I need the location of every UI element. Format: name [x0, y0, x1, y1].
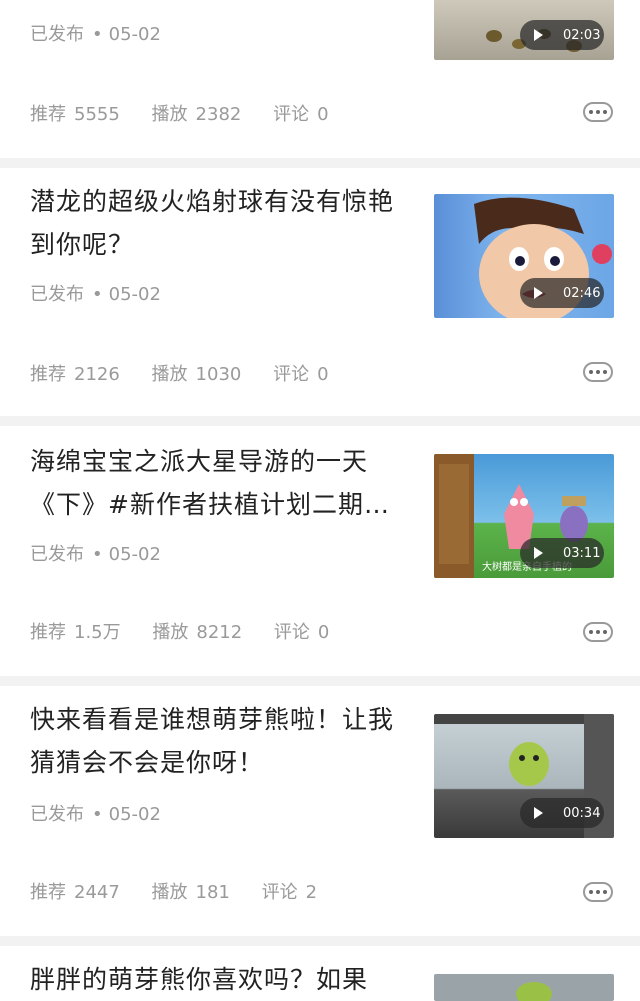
- publish-date: 已发布 • 05-02: [30, 804, 161, 825]
- play-icon: [534, 29, 543, 41]
- more-dot-icon: [589, 630, 593, 634]
- video-thumbnail[interactable]: 02:03: [434, 0, 614, 60]
- video-stats: 推荐 2126 播放 1030 评论 0: [30, 364, 329, 385]
- publish-date: 已发布 • 05-02: [30, 544, 161, 565]
- play-icon: [534, 287, 543, 299]
- video-card[interactable]: 潜龙的超级火焰射球有没有惊艳到你呢？ 已发布 • 05-02 02:46 推荐 212…: [0, 168, 640, 416]
- more-options-button[interactable]: [583, 102, 613, 122]
- video-stats: 推荐 5555 播放 2382 评论 0: [30, 104, 329, 125]
- video-card[interactable]: 已发布 • 05-02 02:03 推荐 5555 播放 2382 评论 0: [0, 0, 640, 158]
- more-options-button[interactable]: [583, 882, 613, 902]
- video-duration-badge: 03:11: [520, 538, 604, 568]
- video-thumbnail[interactable]: 大树都是亲自手植的 03:11: [434, 454, 614, 578]
- video-duration-badge: 00:34: [520, 798, 604, 828]
- more-dot-icon: [589, 890, 593, 894]
- more-options-button[interactable]: [583, 362, 613, 382]
- more-dot-icon: [589, 370, 593, 374]
- play-icon: [534, 547, 543, 559]
- play-icon: [534, 807, 543, 819]
- video-title[interactable]: 海绵宝宝之派大星导游的一天《下》#新作者扶植计划二期…: [30, 440, 410, 526]
- video-title[interactable]: 快来看看是谁想萌芽熊啦！让我猜猜会不会是你呀！: [30, 698, 410, 784]
- video-title[interactable]: 潜龙的超级火焰射球有没有惊艳到你呢？: [30, 180, 410, 266]
- video-thumbnail[interactable]: [434, 974, 614, 1001]
- video-duration-badge: 02:03: [520, 20, 604, 50]
- video-stats: 推荐 1.5万 播放 8212 评论 0: [30, 622, 330, 643]
- video-title[interactable]: 胖胖的萌芽熊你喜欢吗？如果: [30, 958, 410, 1001]
- more-dot-icon: [589, 110, 593, 114]
- video-thumbnail[interactable]: 00:34: [434, 714, 614, 838]
- video-thumbnail[interactable]: 02:46: [434, 194, 614, 318]
- publish-date: 已发布 • 05-02: [30, 24, 161, 45]
- video-card[interactable]: 快来看看是谁想萌芽熊啦！让我猜猜会不会是你呀！ 已发布 • 05-02 00:34 …: [0, 686, 640, 936]
- video-card[interactable]: 胖胖的萌芽熊你喜欢吗？如果: [0, 946, 640, 1001]
- publish-date: 已发布 • 05-02: [30, 284, 161, 305]
- more-options-button[interactable]: [583, 622, 613, 642]
- video-card[interactable]: 海绵宝宝之派大星导游的一天《下》#新作者扶植计划二期… 已发布 • 05-02 大树…: [0, 426, 640, 676]
- video-stats: 推荐 2447 播放 181 评论 2: [30, 882, 318, 903]
- video-duration-badge: 02:46: [520, 278, 604, 308]
- bear-image: [516, 982, 552, 1001]
